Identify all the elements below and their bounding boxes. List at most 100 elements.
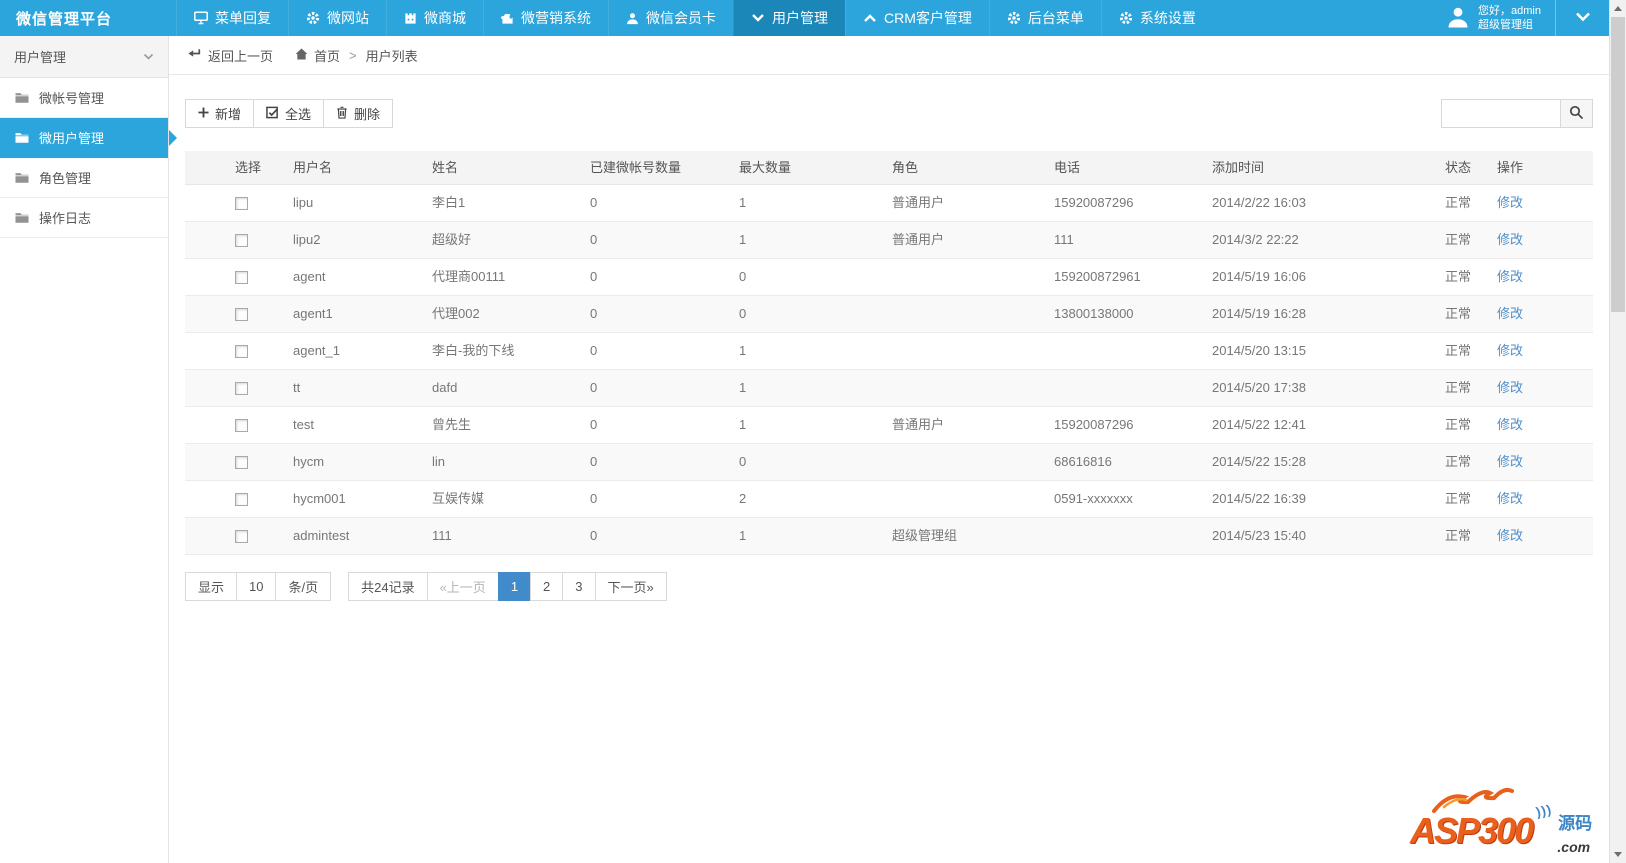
back-link[interactable]: 返回上一页: [187, 46, 273, 65]
edit-link[interactable]: 修改: [1497, 232, 1523, 247]
edit-link[interactable]: 修改: [1497, 195, 1523, 210]
scroll-down-button[interactable]: [1610, 846, 1626, 863]
nav-item-member-card[interactable]: 微信会员卡: [608, 0, 733, 36]
vertical-scrollbar[interactable]: [1609, 0, 1626, 863]
cell-username: agent: [285, 258, 424, 296]
sidebar-section-header[interactable]: 用户管理: [0, 36, 168, 78]
sidebar: 用户管理 微帐号管理 微用户管理 角色管理 操作日志: [0, 36, 177, 863]
edit-link[interactable]: 修改: [1497, 454, 1523, 469]
nav-item-micro-marketing[interactable]: 微营销系统: [483, 0, 608, 36]
chevron-up-icon: [863, 13, 877, 23]
search-button[interactable]: [1560, 99, 1593, 128]
cell-created: 0: [582, 332, 731, 370]
cell-max: 1: [731, 221, 884, 259]
sidebar-item-label: 角色管理: [39, 171, 92, 186]
breadcrumb-home-link[interactable]: 首页: [295, 46, 340, 65]
row-checkbox[interactable]: [235, 345, 248, 359]
watermark-text: ASP300 ))) 源码 .com: [1410, 802, 1593, 855]
content-area: 新增 全选 删除 选择 用户名 姓名 已建微帐号数量 最大数量 角色 电话 添加…: [169, 99, 1609, 601]
cell-added: 2014/5/23 15:40: [1204, 517, 1437, 555]
edit-link[interactable]: 修改: [1497, 343, 1523, 358]
nav-item-label: 后台菜单: [1027, 10, 1084, 26]
row-checkbox[interactable]: [235, 493, 248, 507]
main-content: 返回上一页 首页 > 用户列表 新增 全选 删除 选择 用户名 姓名 已建微帐号…: [169, 36, 1609, 863]
page-size-value[interactable]: 10: [236, 572, 277, 601]
row-checkbox[interactable]: [235, 271, 248, 285]
gear-icon: [1007, 11, 1021, 25]
cell-role: [884, 332, 1046, 370]
return-arrow-icon: [187, 48, 201, 63]
page-button-2[interactable]: 2: [530, 572, 564, 601]
breadcrumb-separator: >: [349, 47, 357, 63]
sidebar-item-role-management[interactable]: 角色管理: [0, 158, 168, 198]
edit-link[interactable]: 修改: [1497, 380, 1523, 395]
person-icon: [626, 12, 639, 25]
table-row: test 曾先生 0 1 普通用户 15920087296 2014/5/22 …: [185, 406, 1593, 444]
page-button-1[interactable]: 1: [497, 572, 532, 601]
nav-item-micro-mall[interactable]: 微商城: [386, 0, 483, 36]
topbar-collapse-button[interactable]: [1555, 0, 1609, 36]
status-badge: 正常: [1437, 443, 1489, 481]
sidebar-item-micro-user-management[interactable]: 微用户管理: [0, 118, 177, 158]
cell-role: [884, 369, 1046, 407]
watermark-tag-text: 源码: [1558, 814, 1593, 833]
cell-username: agent_1: [285, 332, 424, 370]
add-button[interactable]: 新增: [185, 99, 255, 128]
puzzle-icon: [501, 12, 514, 25]
nav-item-backend-menu[interactable]: 后台菜单: [988, 0, 1101, 36]
sidebar-item-operation-log[interactable]: 操作日志: [0, 198, 168, 238]
row-checkbox[interactable]: [235, 456, 248, 470]
nav-item-crm[interactable]: CRM客户管理: [845, 0, 989, 36]
scrollbar-thumb[interactable]: [1611, 17, 1625, 312]
back-link-label: 返回上一页: [208, 48, 274, 64]
asp300-watermark-logo: ASP300 ))) 源码 .com: [1410, 787, 1600, 857]
nav-item-micro-site[interactable]: 微网站: [288, 0, 386, 36]
row-checkbox[interactable]: [235, 234, 248, 248]
cell-role: [884, 480, 1046, 518]
user-account-menu[interactable]: 您好，admin 超级管理组: [1432, 0, 1555, 36]
scroll-up-button[interactable]: [1610, 0, 1626, 17]
prev-page-button[interactable]: «上一页: [426, 572, 499, 601]
cell-name: 代理商00111: [424, 258, 582, 296]
search-input[interactable]: [1441, 99, 1561, 128]
edit-link[interactable]: 修改: [1497, 306, 1523, 321]
next-page-button[interactable]: 下一页»: [594, 572, 667, 601]
cell-role: [884, 258, 1046, 296]
edit-link[interactable]: 修改: [1497, 491, 1523, 506]
add-button-label: 新增: [215, 107, 242, 122]
cell-created: 0: [582, 221, 731, 259]
row-checkbox[interactable]: [235, 308, 248, 322]
edit-link[interactable]: 修改: [1497, 269, 1523, 284]
table-row: lipu 李白1 0 1 普通用户 15920087296 2014/2/22 …: [185, 184, 1593, 222]
row-checkbox[interactable]: [235, 382, 248, 396]
nav-item-menu-reply[interactable]: 菜单回复: [176, 0, 288, 36]
delete-button[interactable]: 删除: [323, 99, 394, 128]
status-badge: 正常: [1437, 184, 1489, 222]
sidebar-item-micro-account-management[interactable]: 微帐号管理: [0, 78, 168, 118]
column-header-role: 角色: [884, 151, 1046, 185]
row-checkbox[interactable]: [235, 197, 248, 211]
nav-item-system-settings[interactable]: 系统设置: [1100, 0, 1213, 36]
cell-username: tt: [285, 369, 424, 407]
app-title: 微信管理平台: [16, 10, 113, 28]
gear-icon: [1119, 11, 1133, 25]
column-header-username: 用户名: [285, 151, 424, 185]
nav-item-user-management[interactable]: 用户管理: [733, 0, 845, 36]
row-checkbox[interactable]: [235, 419, 248, 433]
status-badge: 正常: [1437, 332, 1489, 370]
page-button-3[interactable]: 3: [562, 572, 596, 601]
shop-icon: [404, 12, 417, 25]
row-checkbox[interactable]: [235, 530, 248, 544]
cell-created: 0: [582, 184, 731, 222]
select-all-button[interactable]: 全选: [253, 99, 325, 128]
status-badge: 正常: [1437, 221, 1489, 259]
column-header-phone: 电话: [1046, 151, 1204, 185]
status-badge: 正常: [1437, 258, 1489, 296]
edit-link[interactable]: 修改: [1497, 528, 1523, 543]
folder-icon: [14, 91, 30, 104]
edit-link[interactable]: 修改: [1497, 417, 1523, 432]
column-header-action: 操作: [1489, 151, 1593, 185]
column-header-select: 选择: [185, 151, 285, 185]
chevron-down-icon: [1574, 11, 1592, 26]
cell-username: test: [285, 406, 424, 444]
